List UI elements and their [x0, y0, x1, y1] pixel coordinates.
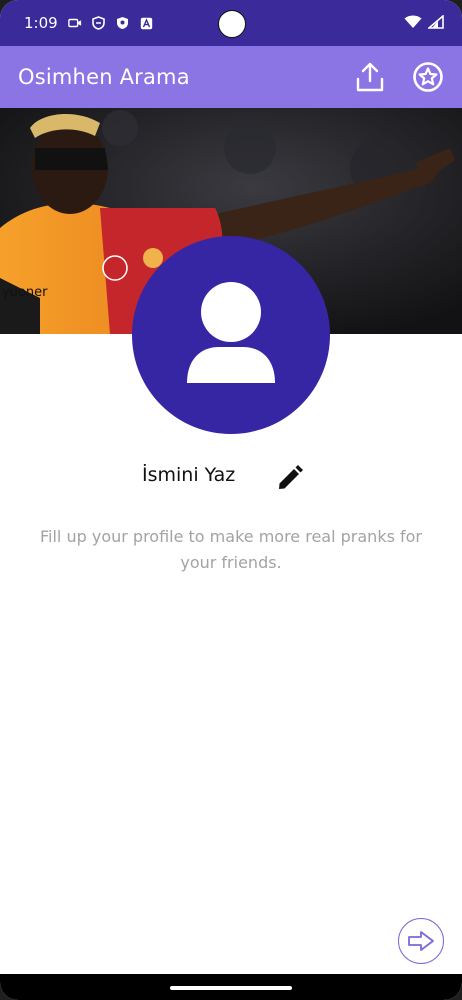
a-icon [140, 16, 154, 30]
security-badge-icon [116, 16, 130, 30]
camera-cutout [218, 10, 246, 38]
next-button[interactable] [398, 918, 444, 964]
status-time: 1:09 [24, 14, 58, 32]
name-row: İsmini Yaz [0, 458, 462, 498]
arrow-right-icon [408, 931, 434, 951]
pencil-icon[interactable] [274, 462, 306, 494]
star-badge-icon[interactable] [410, 59, 446, 95]
video-icon [67, 16, 82, 30]
share-icon[interactable] [352, 59, 388, 95]
profile-hint: Fill up your profile to make more real p… [40, 527, 422, 572]
person-icon [187, 282, 275, 383]
avatar[interactable] [132, 236, 330, 434]
shield-icon [92, 16, 106, 30]
navigation-bar [0, 974, 462, 1000]
app-bar: Osimhen Arama [0, 46, 462, 108]
app-title: Osimhen Arama [18, 65, 190, 89]
jersey-text: yuoner [2, 285, 48, 300]
status-bar: 1:09 [0, 0, 462, 46]
wifi-icon [404, 14, 422, 33]
status-left: 1:09 [24, 14, 154, 32]
status-right [404, 13, 444, 33]
name-placeholder[interactable]: İsmini Yaz [142, 464, 235, 486]
home-indicator[interactable] [170, 986, 292, 990]
phone-screen: 1:09 Osimhen Arama yuoner İsmini Yaz Fil… [0, 0, 462, 1000]
signal-icon [426, 13, 444, 33]
